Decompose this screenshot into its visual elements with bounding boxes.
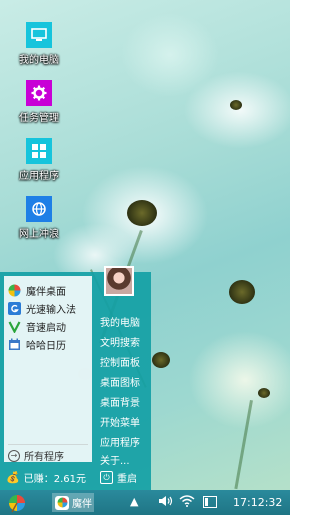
restart-label: 重启 xyxy=(117,474,137,485)
desktop-icon-web-browser[interactable]: 网上冲浪 xyxy=(14,196,64,240)
start-button[interactable] xyxy=(6,493,28,513)
battery-fill xyxy=(205,498,208,506)
program-item-calendar[interactable]: 哈哈日历 xyxy=(8,336,66,353)
calendar-icon xyxy=(8,338,21,351)
menu-item-search[interactable]: 文明搜索 xyxy=(100,334,140,349)
desktop-icon-label: 应用程序 xyxy=(19,171,59,182)
volume-icon[interactable] xyxy=(158,495,174,510)
menu-item-desktop-background[interactable]: 桌面背景 xyxy=(100,394,140,409)
flower-center xyxy=(229,280,255,304)
desktop-icon-applications[interactable]: 应用程序 xyxy=(14,138,64,182)
user-avatar[interactable] xyxy=(104,266,134,296)
program-item-input-method[interactable]: 光速输入法 xyxy=(8,300,76,317)
start-menu-programs-panel: 魔伴桌面 光速输入法 音速启动 哈哈日历 → 所有程序 xyxy=(4,276,92,463)
clock[interactable]: 17:12:32 xyxy=(233,496,282,509)
menu-item-control-panel[interactable]: 控制面板 xyxy=(100,354,140,369)
menu-divider xyxy=(8,444,88,445)
menu-item-applications[interactable]: 应用程序 xyxy=(100,434,140,449)
wifi-icon[interactable] xyxy=(179,495,195,510)
start-menu-footer: 💰 已赚：2.61元 ⏻ 重启 xyxy=(0,468,151,488)
monitor-icon xyxy=(26,22,52,48)
menu-item-my-computer[interactable]: 我的电脑 xyxy=(100,314,140,329)
arrow-right-icon: → xyxy=(8,449,20,462)
flower-center xyxy=(258,388,270,398)
globe-icon xyxy=(26,196,52,222)
desktop-icon-label: 网上冲浪 xyxy=(19,229,59,240)
power-icon: ⏻ xyxy=(100,471,113,484)
program-item-quick-launch[interactable]: 音速启动 xyxy=(8,318,66,335)
program-item-moban-desktop[interactable]: 魔伴桌面 xyxy=(8,282,66,299)
pinwheel-icon xyxy=(55,495,69,510)
taskbar: 魔伴 ▲ 17:12:32 xyxy=(0,490,290,515)
menu-item-start-menu[interactable]: 开始菜单 xyxy=(100,414,140,429)
grid-icon xyxy=(26,138,52,164)
tray-expand-icon[interactable]: ▲ xyxy=(130,495,138,508)
start-menu: 魔伴桌面 光速输入法 音速启动 哈哈日历 → 所有程序 我的电脑 文明搜索 控制… xyxy=(0,266,151,490)
restart-button[interactable]: ⏻ 重启 xyxy=(100,470,137,485)
program-item-label: 魔伴桌面 xyxy=(26,287,66,298)
menu-item-desktop-icons[interactable]: 桌面图标 xyxy=(100,374,140,389)
v-launcher-icon xyxy=(8,320,21,333)
desktop-icon-task-manager[interactable]: 任务管理 xyxy=(14,80,64,124)
desktop-icon-label: 我的电脑 xyxy=(19,55,59,66)
taskbar-app-label: 魔伴 xyxy=(72,499,92,510)
desktop-icon-label: 任务管理 xyxy=(19,113,59,124)
earnings-display: 💰 已赚：2.61元 xyxy=(6,470,86,485)
program-item-label: 光速输入法 xyxy=(26,305,76,316)
battery-icon[interactable] xyxy=(203,496,217,508)
taskbar-app-moban[interactable]: 魔伴 xyxy=(52,493,94,512)
flower-stem xyxy=(234,400,253,490)
desktop-icon-my-computer[interactable]: 我的电脑 xyxy=(14,22,64,66)
menu-item-about[interactable]: 关于... xyxy=(100,452,130,467)
flower-center xyxy=(152,352,170,368)
pinwheel-start-icon xyxy=(9,495,25,513)
earnings-label: 已赚：2.61元 xyxy=(23,474,86,485)
all-programs-label: 所有程序 xyxy=(24,452,64,463)
money-bag-icon: 💰 xyxy=(6,471,20,484)
program-item-label: 音速启动 xyxy=(26,323,66,334)
keyboard-g-icon xyxy=(8,302,21,315)
flower-center xyxy=(127,200,157,226)
all-programs-button[interactable]: → 所有程序 xyxy=(8,448,64,463)
program-item-label: 哈哈日历 xyxy=(26,341,66,352)
gear-icon xyxy=(26,80,52,106)
flower-center xyxy=(230,100,242,110)
pinwheel-icon xyxy=(8,284,21,297)
